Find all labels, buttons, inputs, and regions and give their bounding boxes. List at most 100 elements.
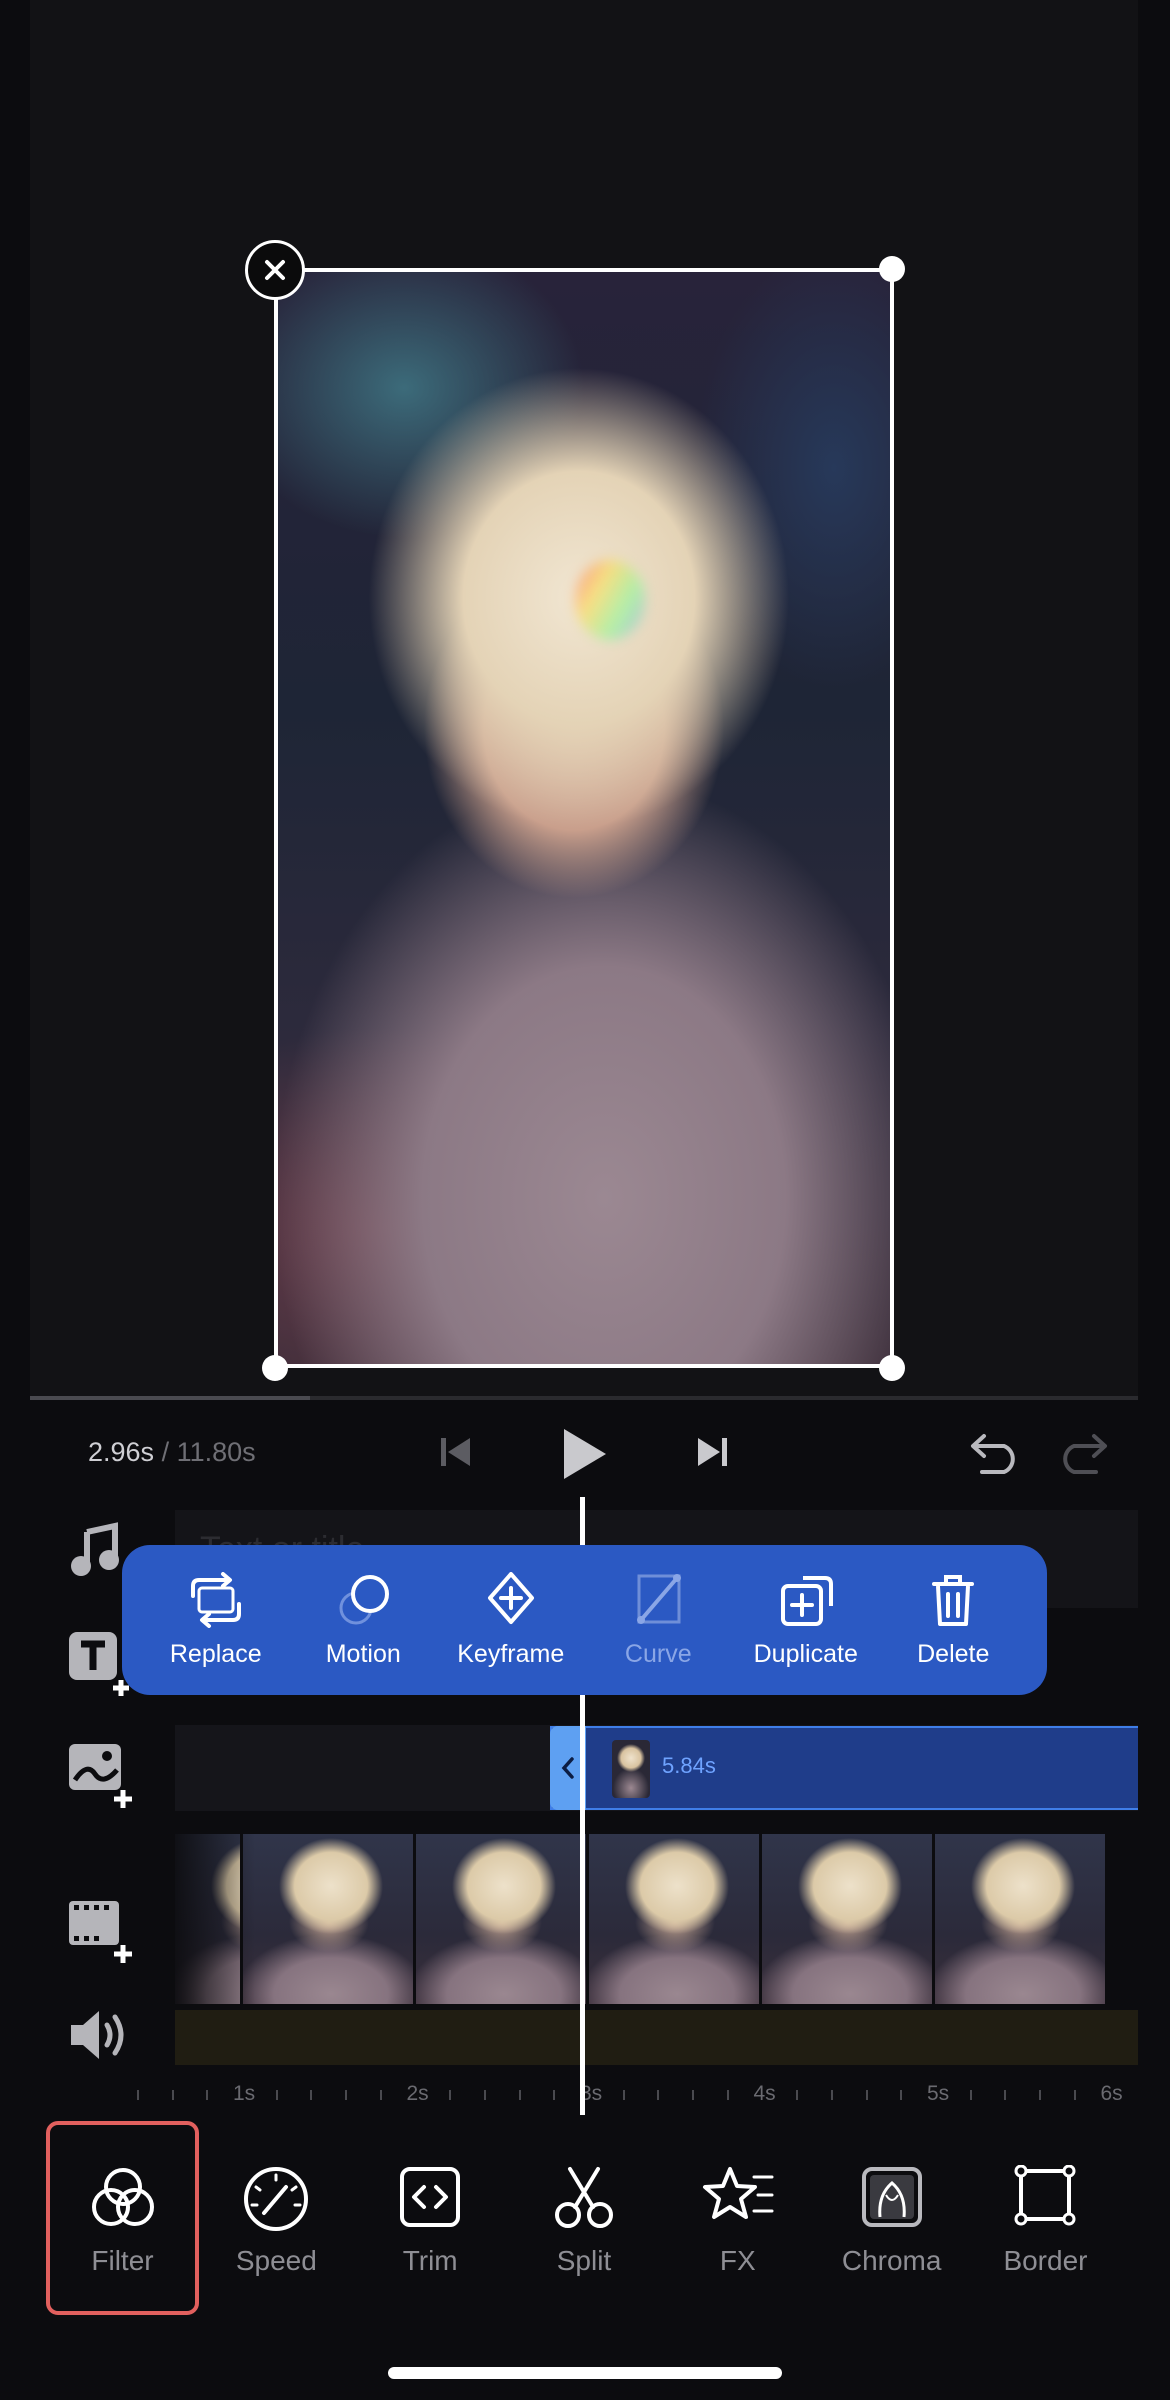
undo-button[interactable] <box>968 1430 1024 1476</box>
ruler-label: 5s <box>927 2082 950 2105</box>
time-separator: / <box>161 1437 170 1467</box>
delete-label: Delete <box>917 1639 990 1668</box>
split-icon <box>554 2167 613 2228</box>
ruler-tick <box>969 2090 972 2100</box>
volume-button[interactable] <box>65 2005 135 2075</box>
close-icon <box>265 260 285 280</box>
ruler-tick <box>136 2090 139 2100</box>
skip-back-icon <box>441 1438 470 1466</box>
filter-label: Filter <box>91 2245 154 2276</box>
trim-icon <box>400 2167 461 2227</box>
timeline-fade <box>175 1834 255 2004</box>
resize-handle-bottom-right[interactable] <box>879 1355 905 1381</box>
editing-toolbar: Filter Speed Trim Split FX Chroma Border <box>30 2121 1138 2315</box>
ruler-label: 4s <box>753 2082 776 2105</box>
border-tool[interactable]: Border <box>973 2125 1118 2315</box>
keyframe-icon <box>487 1571 534 1624</box>
ruler-tick <box>483 2090 486 2100</box>
ruler-tick <box>1004 2090 1007 2100</box>
trim-tool[interactable]: Trim <box>358 2125 503 2315</box>
clip-action-menu: Replace Motion Keyframe Curve Duplicate … <box>122 1545 1047 1695</box>
time-ruler: 1s 2s 3s 4s 5s 6s <box>136 2080 1138 2120</box>
image-add-icon <box>69 1744 132 1808</box>
ruler-tick <box>865 2090 868 2100</box>
redo-icon <box>1063 1434 1107 1474</box>
ruler-tick <box>345 2090 348 2100</box>
ruler-tick <box>518 2090 521 2100</box>
resize-handle-top-right[interactable] <box>879 256 905 282</box>
ruler-tick <box>657 2090 660 2100</box>
add-video-button[interactable] <box>65 1895 135 1965</box>
ruler-tick <box>726 2090 729 2100</box>
current-time: 2.96s <box>88 1437 155 1467</box>
speed-label: Speed <box>235 2245 317 2276</box>
chevron-left-icon <box>561 1757 574 1779</box>
fx-label: FX <box>719 2245 756 2276</box>
resize-handle-bottom-left[interactable] <box>262 1355 288 1381</box>
redo-button[interactable] <box>1054 1430 1110 1476</box>
overlay-clip-duration: 5.84s <box>662 1753 716 1778</box>
ruler-tick <box>206 2090 209 2100</box>
filter-tool[interactable]: Filter <box>46 2121 199 2315</box>
keyframe-button[interactable]: Keyframe <box>441 1571 581 1669</box>
play-icon <box>564 1429 606 1479</box>
add-overlay-button[interactable] <box>65 1740 135 1810</box>
video-frame <box>762 1834 932 2004</box>
audio-track[interactable] <box>175 2010 1138 2065</box>
ruler-tick <box>796 2090 799 2100</box>
trim-label: Trim <box>402 2245 458 2276</box>
ruler-tick <box>171 2090 174 2100</box>
border-icon <box>1014 2165 1076 2226</box>
speed-icon <box>244 2167 309 2231</box>
ruler-tick <box>830 2090 833 2100</box>
delete-button[interactable]: Delete <box>883 1572 1023 1669</box>
video-frame <box>243 1834 413 2004</box>
replace-button[interactable]: Replace <box>146 1571 286 1669</box>
speed-tool[interactable]: Speed <box>204 2125 349 2315</box>
ruler-tick <box>1073 2090 1076 2100</box>
ruler-label: 1s <box>233 2082 256 2105</box>
remove-overlay-button[interactable] <box>245 240 305 300</box>
duplicate-button[interactable]: Duplicate <box>736 1572 876 1669</box>
keyframe-label: Keyframe <box>457 1639 565 1668</box>
curve-label: Curve <box>624 1639 692 1668</box>
skip-forward-icon <box>698 1438 727 1466</box>
overlay-selection-frame[interactable] <box>274 268 894 1368</box>
total-time: 11.80s <box>176 1437 256 1467</box>
play-button[interactable] <box>560 1427 608 1481</box>
preview-scrubber-progress <box>30 1396 310 1400</box>
motion-icon <box>339 1574 390 1624</box>
speaker-icon <box>71 2011 124 2059</box>
skip-to-start-button[interactable] <box>438 1432 474 1472</box>
time-readout: 2.96s / 11.80s <box>88 1437 256 1468</box>
ruler-tick <box>692 2090 695 2100</box>
ruler-tick <box>553 2090 556 2100</box>
ruler-tick <box>449 2090 452 2100</box>
duplicate-icon <box>780 1575 833 1626</box>
chroma-label: Chroma <box>841 2245 942 2276</box>
ruler-label: 6s <box>1100 2082 1123 2105</box>
split-tool[interactable]: Split <box>511 2125 656 2315</box>
overlay-clip-thumbnail <box>612 1740 650 1798</box>
home-indicator <box>388 2367 782 2379</box>
film-add-icon <box>69 1901 132 1963</box>
replace-icon <box>190 1571 241 1628</box>
video-track[interactable] <box>175 1834 1138 2004</box>
skip-to-end-button[interactable] <box>694 1432 730 1472</box>
fx-tool[interactable]: FX <box>665 2125 810 2315</box>
ruler-tick <box>900 2090 903 2100</box>
trash-icon <box>932 1574 975 1626</box>
curve-icon <box>637 1573 682 1624</box>
chroma-tool[interactable]: Chroma <box>819 2125 964 2315</box>
replace-label: Replace <box>169 1639 262 1668</box>
ruler-label: 2s <box>406 2082 429 2105</box>
video-frame <box>416 1834 586 2004</box>
ruler-tick <box>379 2090 382 2100</box>
motion-label: Motion <box>325 1639 401 1668</box>
chroma-icon <box>861 2167 922 2227</box>
border-label: Border <box>1003 2245 1088 2276</box>
ruler-tick <box>310 2090 313 2100</box>
fx-icon <box>702 2167 774 2219</box>
motion-button[interactable]: Motion <box>293 1572 433 1669</box>
filter-icon <box>91 2168 154 2226</box>
